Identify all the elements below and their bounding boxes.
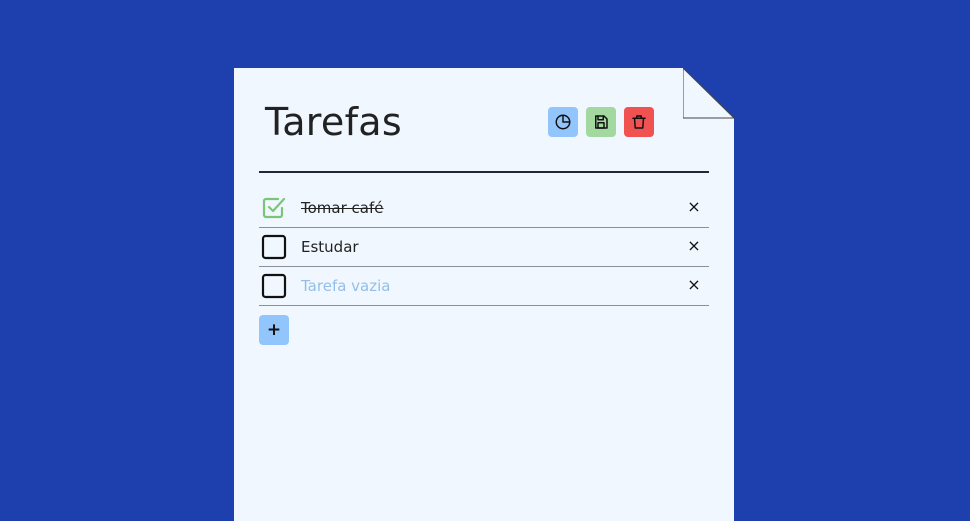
pie-chart-icon [555, 114, 571, 130]
page-fold-corner [683, 68, 735, 119]
checked-box-icon [262, 197, 286, 219]
trash-icon [632, 115, 646, 129]
task-checkbox[interactable] [261, 273, 287, 299]
delete-button[interactable] [624, 107, 654, 137]
task-label[interactable]: Tarefa vazia [301, 277, 390, 295]
remove-task-button[interactable]: × [685, 276, 703, 294]
unchecked-box-icon [261, 273, 287, 299]
save-button[interactable] [586, 107, 616, 137]
task-list: Tomar café × Estudar × Tarefa vazia × [259, 189, 709, 306]
task-checkbox[interactable] [261, 195, 287, 221]
page-title: Tarefas [265, 100, 402, 144]
header-divider [259, 171, 709, 173]
floppy-disk-icon [595, 115, 608, 129]
unchecked-box-icon [261, 234, 287, 260]
remove-task-button[interactable]: × [685, 237, 703, 255]
add-task-button[interactable]: + [259, 315, 289, 345]
task-label[interactable]: Tomar café [301, 199, 383, 217]
task-row: Tarefa vazia × [259, 267, 709, 306]
task-row: Tomar café × [259, 189, 709, 228]
stats-button[interactable] [548, 107, 578, 137]
toolbar [548, 107, 654, 137]
remove-task-button[interactable]: × [685, 198, 703, 216]
task-checkbox[interactable] [261, 234, 287, 260]
task-row: Estudar × [259, 228, 709, 267]
task-sheet: Tarefas Tomar café × Estudar × Tarefa va… [234, 68, 734, 521]
task-label[interactable]: Estudar [301, 238, 359, 256]
